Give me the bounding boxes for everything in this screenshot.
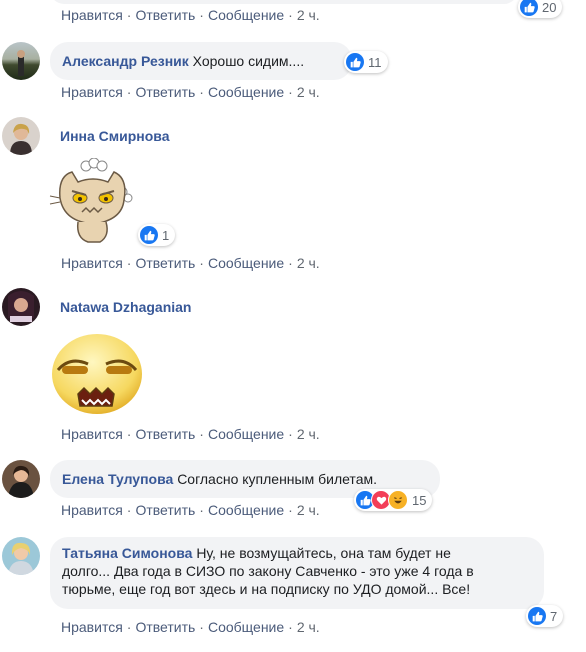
like-icon xyxy=(528,607,546,625)
comment-text-line: долго... Два года в СИЗО по закону Савче… xyxy=(62,563,474,579)
comment-author[interactable]: Инна Смирнова xyxy=(60,128,170,144)
timestamp[interactable]: 2 ч. xyxy=(297,619,320,635)
comment-author[interactable]: Natawa Dzhaganian xyxy=(60,299,191,315)
reaction-count: 20 xyxy=(542,0,557,15)
reaction-count: 15 xyxy=(412,492,427,508)
avatar[interactable] xyxy=(2,460,40,498)
avatar[interactable] xyxy=(2,537,40,575)
reply-link[interactable]: Ответить xyxy=(135,502,195,518)
message-link[interactable]: Сообщение xyxy=(208,7,284,23)
comment-text-line: тюрьме, еще год вот здесь и на подписку … xyxy=(62,581,471,597)
top-reactions[interactable]: 20 xyxy=(518,0,563,18)
like-link[interactable]: Нравится xyxy=(61,7,123,23)
avatar[interactable] xyxy=(2,288,40,326)
comment-author[interactable]: Елена Тулупова xyxy=(62,471,173,487)
haha-icon xyxy=(388,490,408,510)
comment-bubble: Татьяна Симонова Ну, не возмущайтесь, он… xyxy=(50,537,544,609)
comment-reactions[interactable]: 11 xyxy=(344,51,388,73)
like-icon xyxy=(520,0,538,16)
avatar[interactable] xyxy=(2,117,40,155)
reply-link[interactable]: Ответить xyxy=(135,619,195,635)
angry-cat-sticker[interactable] xyxy=(48,157,138,244)
comment-actions: Нравится · Ответить · Сообщение · 2 ч. xyxy=(61,7,320,23)
avatar[interactable] xyxy=(2,42,40,80)
reply-link[interactable]: Ответить xyxy=(135,7,195,23)
comment-actions: Нравится · Ответить · Сообщение · 2 ч. xyxy=(61,426,320,442)
comment-reactions[interactable]: 7 xyxy=(526,605,564,627)
message-link[interactable]: Сообщение xyxy=(208,426,284,442)
comment-actions: Нравится · Ответить · Сообщение · 2 ч. xyxy=(61,84,320,100)
timestamp[interactable]: 2 ч. xyxy=(297,7,320,23)
message-link[interactable]: Сообщение xyxy=(208,84,284,100)
reply-link[interactable]: Ответить xyxy=(135,426,195,442)
like-icon xyxy=(140,226,158,244)
timestamp[interactable]: 2 ч. xyxy=(297,426,320,442)
top-bubble-tail xyxy=(50,0,518,4)
timestamp[interactable]: 2 ч. xyxy=(297,502,320,518)
comment-actions: Нравится · Ответить · Сообщение · 2 ч. xyxy=(61,502,320,518)
reply-link[interactable]: Ответить xyxy=(135,255,195,271)
comment-bubble: Александр Резник Хорошо сидим.... xyxy=(50,42,352,80)
comment-author[interactable]: Татьяна Симонова xyxy=(62,545,192,561)
comment-text: Хорошо сидим.... xyxy=(192,53,305,69)
comment-text: Согласно купленным билетам. xyxy=(177,471,377,487)
reaction-count: 1 xyxy=(162,227,170,243)
comment-actions: Нравится · Ответить · Сообщение · 2 ч. xyxy=(61,619,320,635)
reply-link[interactable]: Ответить xyxy=(135,84,195,100)
like-link[interactable]: Нравится xyxy=(61,502,123,518)
comment-author[interactable]: Александр Резник xyxy=(62,53,189,69)
like-link[interactable]: Нравится xyxy=(61,255,123,271)
message-link[interactable]: Сообщение xyxy=(208,255,284,271)
like-icon xyxy=(346,53,364,71)
comment-reactions[interactable]: 15 xyxy=(354,489,433,511)
reaction-count: 7 xyxy=(550,608,558,624)
annoyed-face-sticker[interactable] xyxy=(50,330,144,416)
message-link[interactable]: Сообщение xyxy=(208,619,284,635)
like-link[interactable]: Нравится xyxy=(61,84,123,100)
timestamp[interactable]: 2 ч. xyxy=(297,84,320,100)
timestamp[interactable]: 2 ч. xyxy=(297,255,320,271)
like-link[interactable]: Нравится xyxy=(61,426,123,442)
comment-text-line: Ну, не возмущайтесь, она там будет не xyxy=(196,545,451,561)
reaction-count: 11 xyxy=(368,54,382,70)
message-link[interactable]: Сообщение xyxy=(208,502,284,518)
comment-reactions[interactable]: 1 xyxy=(138,224,176,246)
like-link[interactable]: Нравится xyxy=(61,619,123,635)
comment-actions: Нравится · Ответить · Сообщение · 2 ч. xyxy=(61,255,320,271)
